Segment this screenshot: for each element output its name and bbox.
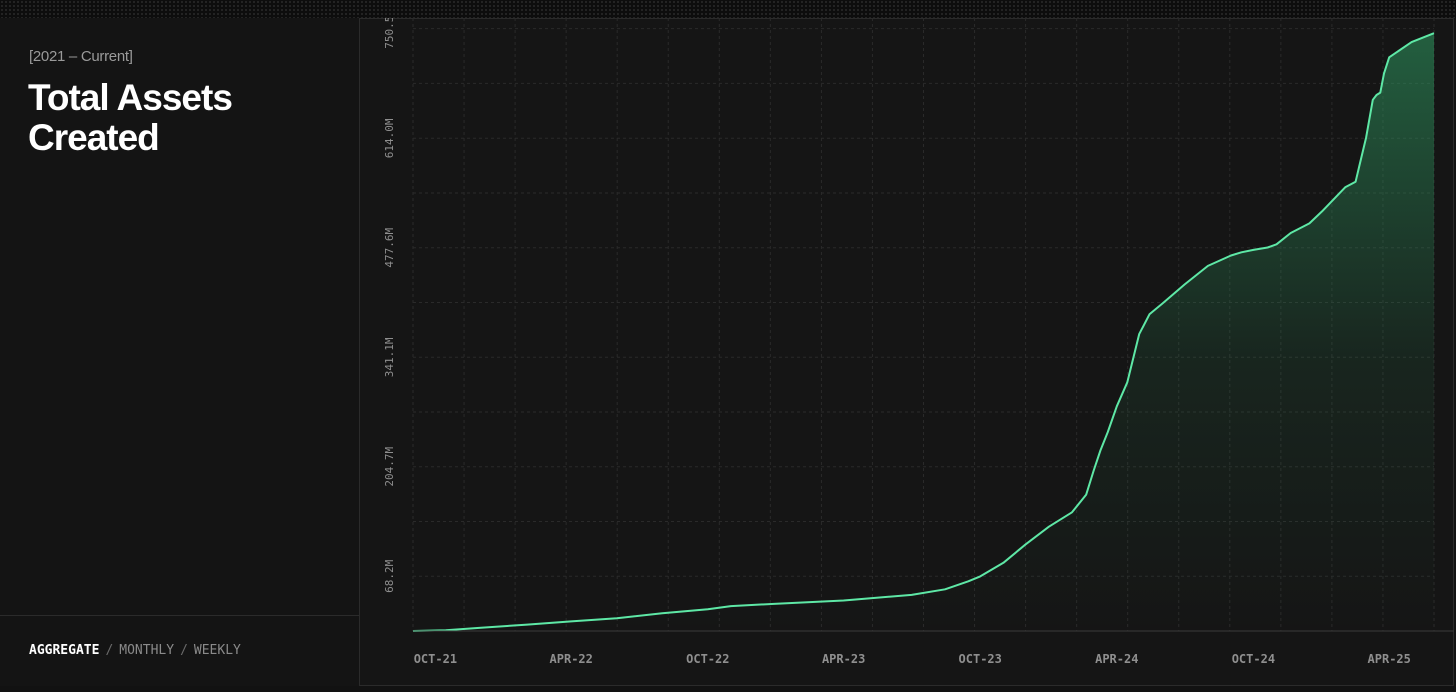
chart-title: Total Assets Created: [28, 77, 233, 158]
y-tick: 341.1M: [383, 337, 396, 377]
y-tick: 614.0M: [383, 118, 396, 158]
mode-weekly[interactable]: WEEKLY: [194, 643, 241, 658]
y-tick: 204.7M: [383, 447, 396, 487]
area-chart: 68.2M 204.7M 341.1M 477.6M 614.0M 750.5M OCT-…: [383, 18, 1454, 666]
x-tick-label: OCT-21: [414, 652, 457, 666]
y-tick-label: 341.1M: [383, 337, 396, 377]
y-tick-label: 68.2M: [383, 559, 396, 592]
y-tick: 477.6M: [383, 228, 396, 268]
mode-separator: /: [180, 643, 188, 658]
x-tick-label: OCT-24: [1232, 652, 1275, 666]
top-texture-strip: [0, 0, 1456, 18]
y-tick-label: 204.7M: [383, 447, 396, 487]
y-tick-label: 477.6M: [383, 228, 396, 268]
x-tick-label: OCT-23: [959, 652, 1002, 666]
mode-monthly[interactable]: MONTHLY: [119, 643, 174, 658]
x-axis-ticks: OCT-21 APR-22 OCT-22 APR-23 OCT-23 APR-24 OCT-…: [414, 652, 1411, 666]
x-tick-label: APR-22: [550, 652, 593, 666]
y-tick-label: 614.0M: [383, 118, 396, 158]
y-tick: 750.5M: [383, 18, 396, 49]
view-mode-switcher: AGGREGATE / MONTHLY / WEEKLY: [29, 643, 241, 658]
y-tick-label: 750.5M: [383, 18, 396, 49]
x-tick-label: APR-24: [1095, 652, 1138, 666]
x-tick-label: APR-25: [1368, 652, 1411, 666]
mode-separator: /: [105, 643, 114, 658]
x-tick-label: OCT-22: [686, 652, 729, 666]
y-axis-ticks: 68.2M 204.7M 341.1M 477.6M 614.0M 750.5M: [383, 18, 396, 593]
y-tick: 68.2M: [383, 559, 396, 592]
date-range-label: [2021 – Current]: [29, 48, 133, 65]
x-tick-label: APR-23: [822, 652, 865, 666]
mode-aggregate[interactable]: AGGREGATE: [29, 643, 99, 658]
